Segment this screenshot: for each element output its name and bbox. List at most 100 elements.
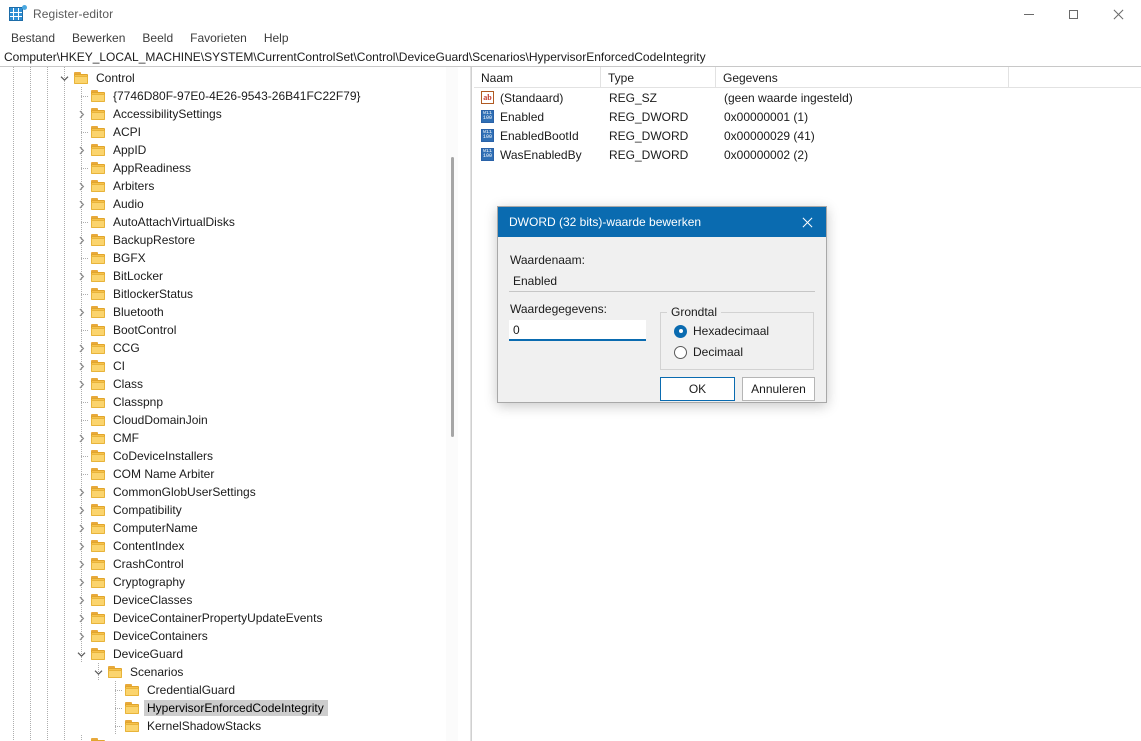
tree-item-ccg[interactable]: CCG — [0, 339, 458, 357]
tree-item-class[interactable]: Class — [0, 375, 458, 393]
tree-item-label: CloudDomainJoin — [113, 413, 208, 427]
chevron-right-icon[interactable] — [74, 609, 88, 627]
registry-tree-pane[interactable]: Control {7746D80F-97E0-4E26-9543-26B41FC2… — [0, 67, 458, 741]
tree-item-partial[interactable] — [0, 735, 458, 741]
chevron-right-icon[interactable] — [74, 267, 88, 285]
cancel-button[interactable]: Annuleren — [742, 377, 815, 401]
tree-connector-tick — [81, 330, 88, 331]
chevron-right-icon[interactable] — [74, 357, 88, 375]
chevron-right-icon[interactable] — [74, 627, 88, 645]
tree-item-appreadiness[interactable]: AppReadiness — [0, 159, 458, 177]
column-header-type[interactable]: Type — [601, 67, 716, 88]
tree-item-deviceguard[interactable]: DeviceGuard — [0, 645, 458, 663]
value-row[interactable]: 011 100 WasEnabledBy REG_DWORD 0x00000002 (2… — [474, 145, 1141, 164]
chevron-right-icon[interactable] — [74, 375, 88, 393]
tree-item-acpi[interactable]: ACPI — [0, 123, 458, 141]
tree-item-bitlocker[interactable]: BitLocker — [0, 267, 458, 285]
tree-item-accessibilitysettings[interactable]: AccessibilitySettings — [0, 105, 458, 123]
chevron-right-icon[interactable] — [74, 555, 88, 573]
tree-item-appid[interactable]: AppID — [0, 141, 458, 159]
chevron-right-icon[interactable] — [74, 141, 88, 159]
folder-icon — [90, 575, 107, 589]
chevron-right-icon[interactable] — [74, 573, 88, 591]
chevron-down-icon[interactable] — [91, 663, 105, 681]
folder-icon — [90, 485, 107, 499]
tree-item-devicecontainers[interactable]: DeviceContainers — [0, 627, 458, 645]
chevron-right-icon[interactable] — [74, 303, 88, 321]
tree-item-crashcontrol[interactable]: CrashControl — [0, 555, 458, 573]
tree-item-bgfx[interactable]: BGFX — [0, 249, 458, 267]
tree-item-credentialguard[interactable]: CredentialGuard — [0, 681, 458, 699]
value-row[interactable]: 011 100 EnabledBootId REG_DWORD 0x00000029 (… — [474, 126, 1141, 145]
registry-values-pane[interactable]: Naam Type Gegevens ab (Standaard) REG_SZ (g… — [474, 67, 1141, 741]
tree-item-classpnp[interactable]: Classpnp — [0, 393, 458, 411]
pane-splitter[interactable] — [470, 67, 472, 741]
close-button[interactable] — [1096, 0, 1141, 28]
value-row[interactable]: ab (Standaard) REG_SZ (geen waarde ingestel… — [474, 88, 1141, 107]
chevron-down-icon[interactable] — [74, 645, 88, 663]
value-data-cell: 0x00000029 (41) — [724, 128, 815, 143]
chevron-right-icon[interactable] — [74, 231, 88, 249]
tree-item-kernelshadowstacks[interactable]: KernelShadowStacks — [0, 717, 458, 735]
chevron-right-icon[interactable] — [74, 501, 88, 519]
tree-item-commonglobusersettings[interactable]: CommonGlobUserSettings — [0, 483, 458, 501]
edit-dword-dialog[interactable]: DWORD (32 bits)-waarde bewerken Waardena… — [497, 206, 827, 403]
tree-item-7746d80f-97e0-4e26-9543-26b41fc22f79[interactable]: {7746D80F-97E0-4E26-9543-26B41FC22F79} — [0, 87, 458, 105]
tree-item-bluetooth[interactable]: Bluetooth — [0, 303, 458, 321]
menu-item-bewerken[interactable]: Bewerken — [64, 29, 133, 47]
tree-item-autoattachvirtualdisks[interactable]: AutoAttachVirtualDisks — [0, 213, 458, 231]
tree-item-deviceclasses[interactable]: DeviceClasses — [0, 591, 458, 609]
chevron-right-icon[interactable] — [74, 537, 88, 555]
tree-connector-tick — [115, 726, 122, 727]
maximize-button[interactable] — [1051, 0, 1096, 28]
address-bar[interactable]: Computer\HKEY_LOCAL_MACHINE\SYSTEM\Curre… — [0, 48, 1141, 67]
tree-item-audio[interactable]: Audio — [0, 195, 458, 213]
folder-icon — [73, 71, 90, 85]
menu-item-favorieten[interactable]: Favorieten — [182, 29, 255, 47]
tree-vertical-scrollbar[interactable] — [446, 67, 458, 741]
tree-item-devicecontainerpropertyupdateevents[interactable]: DeviceContainerPropertyUpdateEvents — [0, 609, 458, 627]
folder-icon — [90, 143, 107, 157]
column-header-naam[interactable]: Naam — [474, 67, 601, 88]
tree-connector-line — [81, 735, 82, 741]
tree-item-contentindex[interactable]: ContentIndex — [0, 537, 458, 555]
chevron-right-icon[interactable] — [74, 339, 88, 357]
chevron-right-icon[interactable] — [74, 483, 88, 501]
value-data-input[interactable] — [509, 320, 646, 341]
tree-scrollbar-thumb[interactable] — [451, 157, 454, 437]
radio-hexadecimal[interactable]: Hexadecimaal — [674, 324, 769, 338]
chevron-right-icon[interactable] — [74, 591, 88, 609]
tree-item-compatibility[interactable]: Compatibility — [0, 501, 458, 519]
tree-item-backuprestore[interactable]: BackupRestore — [0, 231, 458, 249]
tree-item-control[interactable]: Control — [0, 69, 458, 87]
menu-item-help[interactable]: Help — [256, 29, 297, 47]
menu-item-beeld[interactable]: Beeld — [134, 29, 181, 47]
tree-item-bootcontrol[interactable]: BootControl — [0, 321, 458, 339]
chevron-right-icon[interactable] — [74, 195, 88, 213]
chevron-right-icon[interactable] — [74, 429, 88, 447]
tree-item-com-name-arbiter[interactable]: COM Name Arbiter — [0, 465, 458, 483]
tree-item-bitlockerstatus[interactable]: BitlockerStatus — [0, 285, 458, 303]
chevron-down-icon[interactable] — [57, 69, 71, 87]
dialog-close-button[interactable] — [788, 207, 826, 237]
tree-item-arbiters[interactable]: Arbiters — [0, 177, 458, 195]
tree-item-cmf[interactable]: CMF — [0, 429, 458, 447]
tree-item-label: KernelShadowStacks — [147, 719, 262, 733]
chevron-right-icon[interactable] — [74, 105, 88, 123]
chevron-right-icon[interactable] — [74, 519, 88, 537]
column-header-gegevens[interactable]: Gegevens — [716, 67, 1009, 88]
value-row[interactable]: 011 100 Enabled REG_DWORD 0x00000001 (1) — [474, 107, 1141, 126]
tree-item-codeviceinstallers[interactable]: CoDeviceInstallers — [0, 447, 458, 465]
tree-item-ci[interactable]: CI — [0, 357, 458, 375]
radio-decimal[interactable]: Decimaal — [674, 345, 743, 359]
minimize-button[interactable] — [1006, 0, 1051, 28]
tree-item-scenarios[interactable]: Scenarios — [0, 663, 458, 681]
tree-item-clouddomainjoin[interactable]: CloudDomainJoin — [0, 411, 458, 429]
tree-item-computername[interactable]: ComputerName — [0, 519, 458, 537]
menu-item-bestand[interactable]: Bestand — [3, 29, 63, 47]
value-name-input[interactable] — [509, 271, 815, 292]
chevron-right-icon[interactable] — [74, 177, 88, 195]
ok-button[interactable]: OK — [660, 377, 735, 401]
tree-item-cryptography[interactable]: Cryptography — [0, 573, 458, 591]
tree-item-hypervisorenforcedcodeintegrity[interactable]: HypervisorEnforcedCodeIntegrity — [0, 699, 458, 717]
